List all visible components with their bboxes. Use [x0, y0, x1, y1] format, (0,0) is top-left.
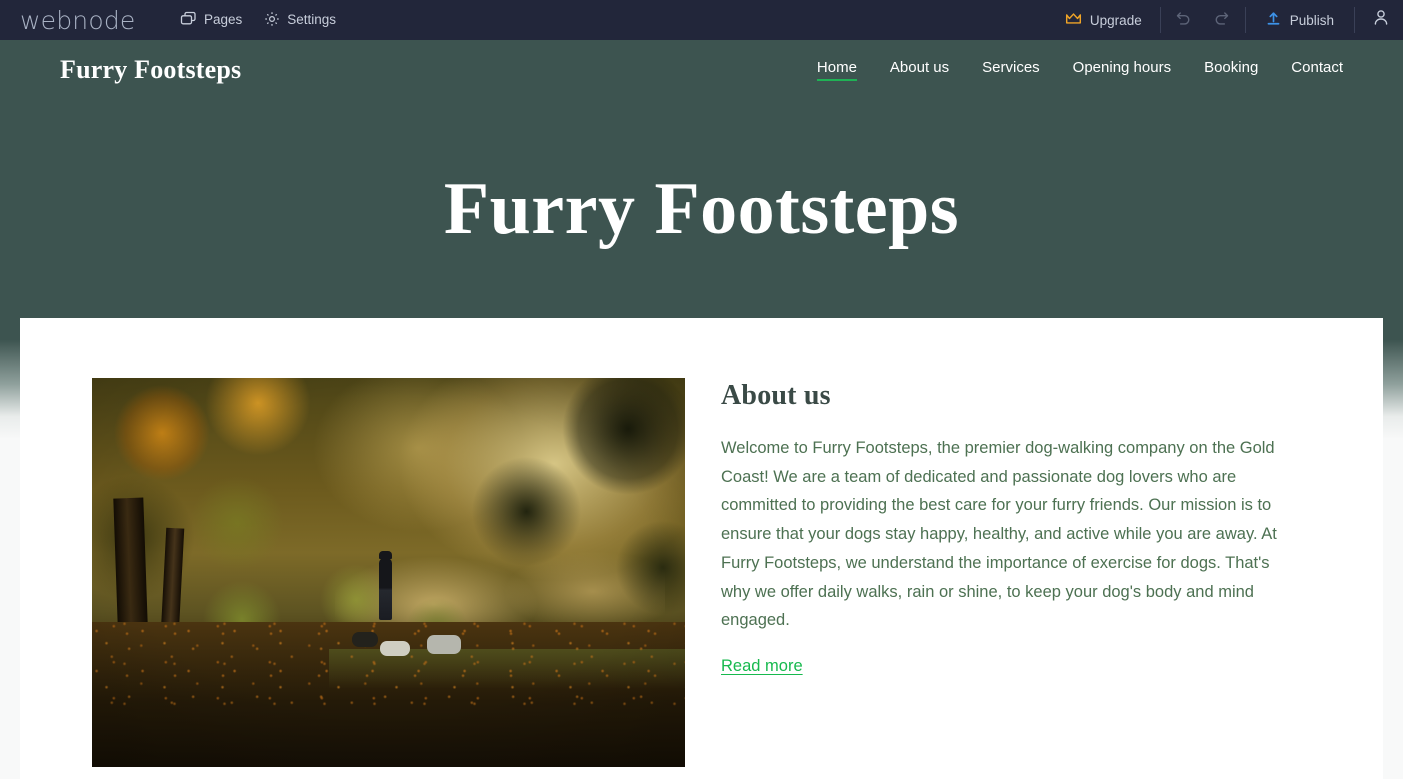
nav-item-services[interactable]: Services — [982, 59, 1040, 81]
user-icon — [1373, 9, 1389, 31]
redo-icon — [1213, 10, 1230, 30]
upload-icon — [1266, 11, 1281, 29]
redo-button[interactable] — [1203, 0, 1241, 40]
settings-button[interactable]: Settings — [264, 0, 336, 40]
site-logo[interactable]: Furry Footsteps — [60, 55, 241, 85]
about-photo[interactable] — [92, 378, 685, 767]
pages-button[interactable]: Pages — [180, 0, 242, 40]
toolbar-right-group: Upgrade Publish — [1051, 0, 1403, 40]
nav-item-contact[interactable]: Contact — [1291, 59, 1343, 81]
crown-icon — [1065, 12, 1082, 29]
nav-item-booking[interactable]: Booking — [1204, 59, 1258, 81]
toolbar-divider — [1354, 7, 1355, 33]
editor-toolbar: webnode Pages Settings Upgrade Publish — [0, 0, 1403, 40]
pages-icon — [180, 11, 197, 29]
site-header: Furry Footsteps Home About us Services O… — [0, 40, 1403, 100]
toolbar-divider — [1244, 7, 1246, 33]
about-text-block: About us Welcome to Furry Footsteps, the… — [721, 378, 1311, 767]
publish-label: Publish — [1289, 12, 1334, 28]
page-content-card: About us Welcome to Furry Footsteps, the… — [20, 318, 1383, 779]
site-preview-canvas: Furry Footsteps Home About us Services O… — [0, 40, 1403, 779]
nav-item-opening-hours[interactable]: Opening hours — [1073, 59, 1171, 81]
about-body-text[interactable]: Welcome to Furry Footsteps, the premier … — [721, 434, 1301, 635]
pages-label: Pages — [204, 12, 243, 28]
upgrade-label: Upgrade — [1089, 12, 1142, 28]
hero-title: Furry Footsteps — [443, 168, 960, 250]
read-more-link[interactable]: Read more — [721, 657, 803, 676]
photo-vignette — [92, 378, 685, 767]
toolbar-left-group: Pages Settings — [180, 0, 336, 40]
upgrade-button[interactable]: Upgrade — [1051, 0, 1156, 40]
about-heading: About us — [721, 380, 831, 411]
hero-section: Furry Footsteps — [0, 100, 1403, 318]
nav-item-about-us[interactable]: About us — [890, 59, 949, 81]
about-section: About us Welcome to Furry Footsteps, the… — [20, 318, 1383, 767]
site-navigation: Home About us Services Opening hours Boo… — [816, 59, 1343, 81]
webnode-logo[interactable]: webnode — [20, 8, 150, 33]
gear-icon — [264, 11, 280, 30]
undo-icon — [1175, 10, 1192, 30]
account-button[interactable] — [1359, 0, 1403, 40]
undo-button[interactable] — [1165, 0, 1203, 40]
settings-label: Settings — [287, 12, 337, 28]
nav-item-home[interactable]: Home — [816, 59, 857, 81]
publish-button[interactable]: Publish — [1250, 0, 1350, 40]
toolbar-divider — [1159, 7, 1161, 33]
